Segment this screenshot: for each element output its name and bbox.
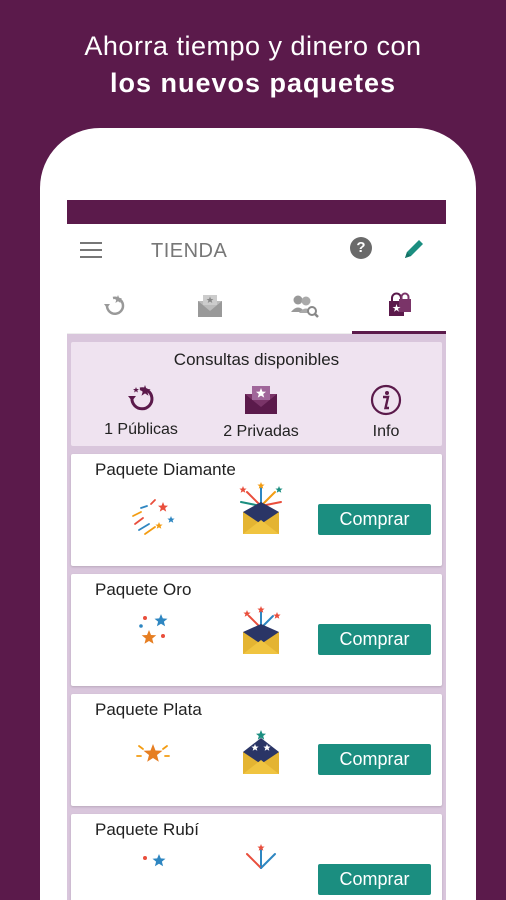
gift-envelope-icon [243, 730, 279, 774]
buy-button[interactable]: Comprar [318, 744, 431, 775]
buy-button[interactable]: Comprar [318, 864, 431, 895]
shopping-bag-icon [388, 292, 411, 316]
refresh-stars-icon [103, 295, 124, 315]
tab-store[interactable] [352, 278, 446, 334]
info-label: Info [372, 423, 400, 440]
package-card: Paquete Rubí Comprar [71, 814, 442, 900]
menu-icon[interactable] [80, 242, 102, 258]
gift-envelope-icon [239, 482, 283, 534]
headline-line-2: los nuevos paquetes [109, 68, 397, 98]
gift-envelope-icon [243, 606, 281, 654]
private-envelope-icon [245, 386, 277, 414]
people-search-icon [290, 295, 319, 318]
tab-search-experts[interactable] [257, 278, 352, 334]
status-bar [67, 200, 446, 224]
tab-bar [67, 278, 446, 334]
package-name: Paquete Oro [95, 580, 192, 599]
refresh-stars-icon [128, 385, 154, 411]
app-bar: TIENDA ? [67, 224, 446, 278]
edit-pencil-icon[interactable] [401, 236, 427, 262]
package-name: Paquete Plata [95, 700, 202, 719]
tab-public-consults[interactable] [67, 278, 162, 334]
package-card: Paquete Oro Comprar [71, 574, 442, 686]
panel-title: Consultas disponibles [173, 350, 340, 369]
tab-private-consults[interactable] [162, 278, 257, 334]
private-count: 2 Privadas [201, 384, 321, 441]
buy-button[interactable]: Comprar [318, 504, 431, 535]
public-count: 1 Públicas [81, 384, 201, 439]
buy-button[interactable]: Comprar [318, 624, 431, 655]
page-title: TIENDA [151, 240, 228, 262]
stars-icon [143, 854, 166, 867]
gift-envelope-icon [246, 844, 276, 869]
package-card: Paquete Diamante Comprar [71, 454, 442, 566]
headline-line-1: Ahorra tiempo y dinero con [84, 31, 422, 61]
fireworks-icon [132, 499, 175, 535]
public-count-label: 1 Públicas [104, 421, 178, 438]
stars-icon [139, 614, 168, 644]
available-consults-panel: Consultas disponibles 1 Públicas 2 Priva… [71, 342, 442, 446]
private-envelope-icon [197, 295, 222, 317]
app-screen: TIENDA ? Consultas disponibles 1 Pública… [67, 200, 446, 900]
info-icon [370, 384, 402, 416]
info-link[interactable]: Info [326, 384, 446, 441]
package-name: Paquete Diamante [95, 460, 236, 479]
help-icon[interactable]: ? [350, 237, 372, 259]
promo-headline: Ahorra tiempo y dinero con los nuevos pa… [0, 28, 506, 102]
star-burst-icon [136, 744, 170, 762]
package-card: Paquete Plata Comprar [71, 694, 442, 806]
private-count-label: 2 Privadas [223, 423, 299, 440]
package-name: Paquete Rubí [95, 820, 199, 839]
